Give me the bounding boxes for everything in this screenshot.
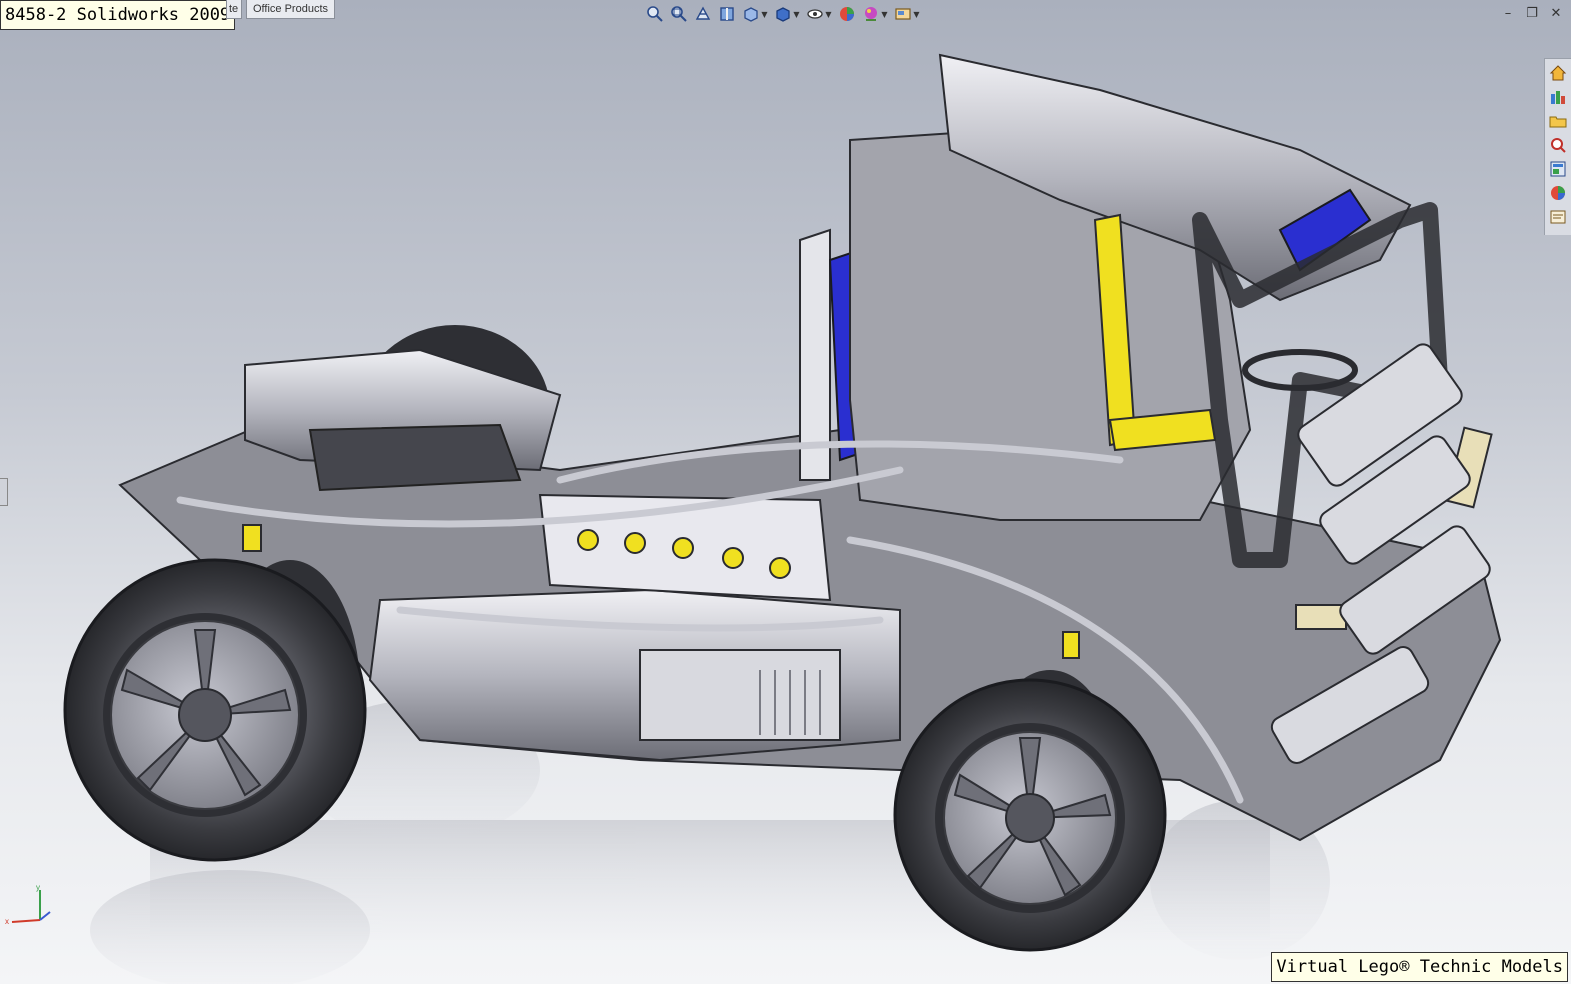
apply-scene-icon[interactable]: ▼ <box>860 3 890 25</box>
edit-appearance-icon[interactable] <box>836 3 858 25</box>
heads-up-view-toolbar: ▼ ▼ ▼ ▼ ▼ <box>644 3 922 25</box>
rear-wheel-left <box>63 558 367 862</box>
graphics-area[interactable] <box>0 0 1571 984</box>
view-orientation-icon[interactable]: ▼ <box>740 3 770 25</box>
watermark-label: Virtual Lego® Technic Models <box>1271 952 1568 982</box>
zoom-to-area-icon[interactable] <box>668 3 690 25</box>
custom-properties-icon[interactable] <box>1548 207 1568 227</box>
chevron-down-icon: ▼ <box>881 9 888 19</box>
yellow-connector-2 <box>1062 631 1080 659</box>
minimize-icon[interactable]: – <box>1501 6 1515 21</box>
chevron-down-icon: ▼ <box>825 9 832 19</box>
zoom-to-fit-icon[interactable] <box>644 3 666 25</box>
section-view-icon[interactable] <box>716 3 738 25</box>
chevron-down-icon: ▼ <box>793 9 800 19</box>
design-library-icon[interactable] <box>1548 87 1568 107</box>
appearances-icon[interactable] <box>1548 183 1568 203</box>
solidworks-resources-icon[interactable] <box>1548 63 1568 83</box>
task-pane <box>1544 58 1571 235</box>
view-palette-icon[interactable] <box>1548 159 1568 179</box>
tab-office-products[interactable]: Office Products <box>246 0 335 19</box>
previous-view-icon[interactable] <box>692 3 714 25</box>
close-icon[interactable]: ✕ <box>1549 6 1563 21</box>
svg-text:x: x <box>5 917 9 926</box>
model-title-label: 8458-2 Solidworks 2009 <box>0 0 236 30</box>
feature-manager-toggle-handle[interactable] <box>0 478 8 506</box>
reference-triad: y x <box>5 884 51 926</box>
chevron-down-icon: ▼ <box>761 9 768 19</box>
restore-icon[interactable]: ❐ <box>1525 6 1539 21</box>
file-explorer-icon[interactable] <box>1548 111 1568 131</box>
tab-partial[interactable]: te <box>226 0 242 19</box>
search-icon[interactable] <box>1548 135 1568 155</box>
chevron-down-icon: ▼ <box>913 9 920 19</box>
yellow-connector <box>242 524 262 552</box>
hide-show-items-icon[interactable]: ▼ <box>804 3 834 25</box>
window-controls: – ❐ ✕ <box>1501 6 1563 21</box>
svg-text:y: y <box>36 884 40 892</box>
display-style-icon[interactable]: ▼ <box>772 3 802 25</box>
view-settings-icon[interactable]: ▼ <box>892 3 922 25</box>
